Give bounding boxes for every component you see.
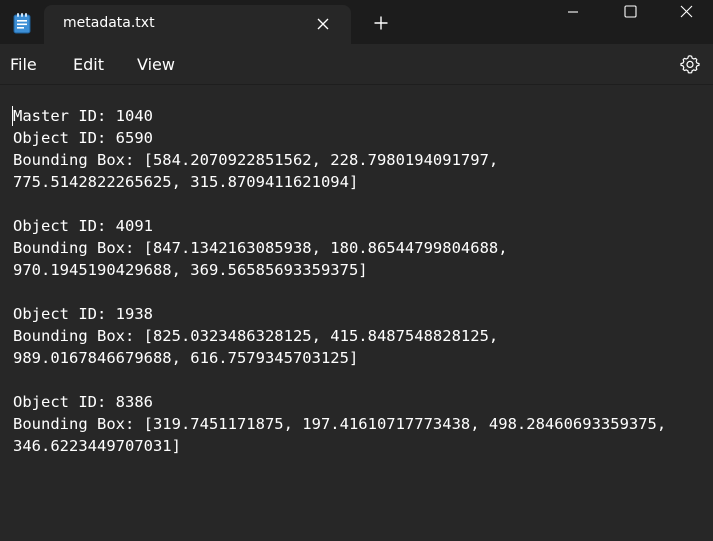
text-line[interactable]: Object ID: 8386: [13, 391, 713, 413]
text-line[interactable]: [13, 281, 713, 303]
text-line[interactable]: Master ID: 1040: [13, 105, 713, 127]
text-line[interactable]: Bounding Box: [584.2070922851562, 228.79…: [13, 149, 713, 171]
new-tab-button[interactable]: [366, 10, 396, 38]
text-line[interactable]: [13, 193, 713, 215]
text-line[interactable]: Object ID: 4091: [13, 215, 713, 237]
document-text[interactable]: Master ID: 1040 Object ID: 6590 Bounding B…: [13, 105, 713, 457]
text-line[interactable]: 970.1945190429688, 369.56585693359375]: [13, 259, 713, 281]
close-icon: [317, 15, 329, 34]
minimize-icon: [567, 3, 579, 22]
text-line[interactable]: 346.6223449707031]: [13, 435, 713, 457]
notepad-window: metadata.txt File Edit View Master ID: 1…: [0, 0, 713, 541]
tab-close-button[interactable]: [309, 11, 337, 37]
plus-icon: [374, 15, 388, 34]
text-line[interactable]: Object ID: 1938: [13, 303, 713, 325]
window-close-button[interactable]: [659, 0, 713, 24]
text-line[interactable]: Bounding Box: [847.1342163085938, 180.86…: [13, 237, 713, 259]
text-line[interactable]: Bounding Box: [825.0323486328125, 415.84…: [13, 325, 713, 347]
text-line[interactable]: Object ID: 6590: [13, 127, 713, 149]
text-line[interactable]: [13, 369, 713, 391]
close-icon: [680, 3, 693, 22]
maximize-icon: [623, 3, 637, 22]
gear-icon: [680, 54, 700, 78]
notepad-app-icon: [12, 12, 32, 34]
text-line[interactable]: 989.0167846679688, 616.7579345703125]: [13, 347, 713, 369]
title-bar[interactable]: metadata.txt: [0, 0, 713, 44]
settings-button[interactable]: [676, 52, 704, 80]
menu-edit[interactable]: Edit: [73, 53, 104, 77]
menu-file[interactable]: File: [10, 53, 37, 77]
tab-title: metadata.txt: [63, 15, 155, 31]
tab-metadata[interactable]: metadata.txt: [44, 5, 351, 44]
text-line[interactable]: 775.5142822265625, 315.8709411621094]: [13, 171, 713, 193]
menu-view[interactable]: View: [137, 53, 175, 77]
menu-bar: File Edit View: [0, 44, 713, 85]
minimize-button[interactable]: [544, 0, 602, 24]
maximize-button[interactable]: [601, 0, 659, 24]
text-line[interactable]: Bounding Box: [319.7451171875, 197.41610…: [13, 413, 713, 435]
text-editor[interactable]: Master ID: 1040 Object ID: 6590 Bounding B…: [0, 85, 713, 541]
